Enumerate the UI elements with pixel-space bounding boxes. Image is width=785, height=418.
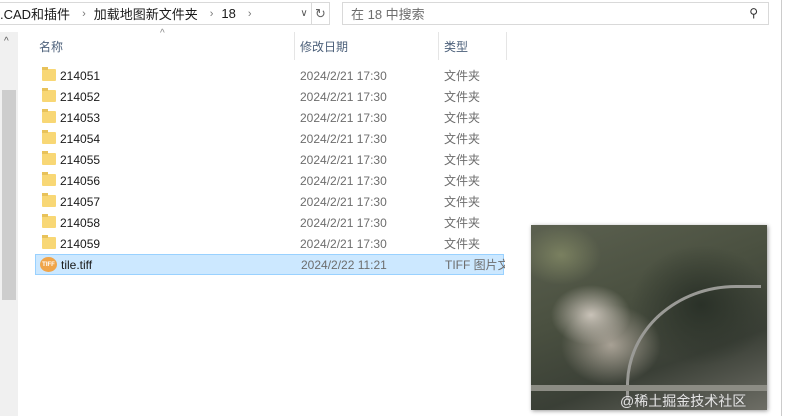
folder-icon [42,109,56,123]
file-date: 2024/2/21 17:30 [300,89,387,104]
file-type: 文件夹 [444,132,481,146]
file-type: 文件夹 [444,237,481,251]
tiff-file-icon: TIFF [40,257,57,272]
refresh-icon[interactable]: ↻ [311,3,329,24]
sort-ascending-icon: ^ [160,28,165,39]
file-name: 214057 [60,194,101,209]
preview-railway [531,385,767,391]
file-name: 214051 [60,68,101,83]
column-type[interactable]: 类型 [444,38,468,55]
file-date: 2024/2/21 17:30 [300,236,387,251]
file-type: 文件夹 [444,111,481,125]
file-row[interactable]: 214054 2024/2/21 17:30 文件夹 [35,128,504,149]
file-row[interactable]: 214059 2024/2/21 17:30 文件夹 [35,233,504,254]
folder-icon [42,151,56,165]
file-date: 2024/2/21 17:30 [300,68,387,83]
file-row[interactable]: TIFF tile.tiff 2024/2/22 11:21 TIFF 图片文件 [35,254,505,275]
file-type: 文件夹 [444,153,481,167]
column-divider[interactable] [438,32,439,60]
file-name: tile.tiff [61,257,93,272]
watermark: @稀土掘金技术社区 [620,393,747,409]
column-date[interactable]: 修改日期 [300,38,348,55]
file-row[interactable]: 214052 2024/2/21 17:30 文件夹 [35,86,504,107]
file-row[interactable]: 214058 2024/2/21 17:30 文件夹 [35,212,504,233]
file-name: 214058 [60,215,101,230]
file-row[interactable]: 214051 2024/2/21 17:30 文件夹 [35,65,504,86]
folder-icon [42,172,56,186]
file-type: 文件夹 [444,69,481,83]
file-row[interactable]: 214055 2024/2/21 17:30 文件夹 [35,149,504,170]
breadcrumb-18[interactable]: 18 [221,6,235,21]
file-date: 2024/2/22 11:21 [301,257,387,272]
folder-icon [42,67,56,81]
chevron-right-icon[interactable]: › [248,8,252,20]
folder-icon [42,130,56,144]
search-placeholder: 在 18 中搜索 [351,7,425,22]
chevron-right-icon[interactable]: › [82,8,86,20]
file-date: 2024/2/21 17:30 [300,152,387,167]
column-divider[interactable] [506,32,507,60]
preview-image [531,225,767,410]
folder-icon [42,193,56,207]
file-row[interactable]: 214056 2024/2/21 17:30 文件夹 [35,170,504,191]
folder-icon [42,235,56,249]
column-header: ^ 名称 修改日期 类型 [18,28,508,60]
file-name: 214053 [60,110,101,125]
file-type: 文件夹 [444,174,481,188]
file-date: 2024/2/21 17:30 [300,194,387,209]
file-type: 文件夹 [444,90,481,104]
file-type: 文件夹 [444,216,481,230]
file-date: 2024/2/21 17:30 [300,131,387,146]
folder-icon [42,214,56,228]
file-name: 214055 [60,152,101,167]
scrollbar-thumb[interactable] [2,90,16,300]
file-date: 2024/2/21 17:30 [300,173,387,188]
file-name: 214056 [60,173,101,188]
file-row[interactable]: 214057 2024/2/21 17:30 文件夹 [35,191,504,212]
file-name: 214059 [60,236,101,251]
file-row[interactable]: 214053 2024/2/21 17:30 文件夹 [35,107,504,128]
file-type: 文件夹 [444,195,481,209]
search-input[interactable]: 在 18 中搜索 ⚲ [342,2,769,25]
column-divider[interactable] [294,32,295,60]
file-date: 2024/2/21 17:30 [300,215,387,230]
breadcrumb-cad[interactable]: .CAD和插件 [0,4,70,23]
column-name[interactable]: 名称 [39,38,63,55]
chevron-right-icon[interactable]: › [210,8,214,20]
chevron-down-icon[interactable]: ∨ [297,3,311,24]
file-name: 214052 [60,89,101,104]
breadcrumb-folder[interactable]: 加载地图新文件夹 [94,4,198,23]
file-date: 2024/2/21 17:30 [300,110,387,125]
pane-divider [781,0,782,416]
scroll-up-icon[interactable]: ^ [4,36,9,47]
vertical-scrollbar[interactable]: ^ [0,32,18,416]
folder-icon [42,88,56,102]
file-type: TIFF 图片文件 [445,258,505,272]
preview-road [626,285,761,400]
address-bar[interactable]: .CAD和插件 › 加载地图新文件夹 › 18 › ∨ ↻ [0,2,330,25]
file-name: 214054 [60,131,101,146]
search-icon[interactable]: ⚲ [749,6,758,20]
